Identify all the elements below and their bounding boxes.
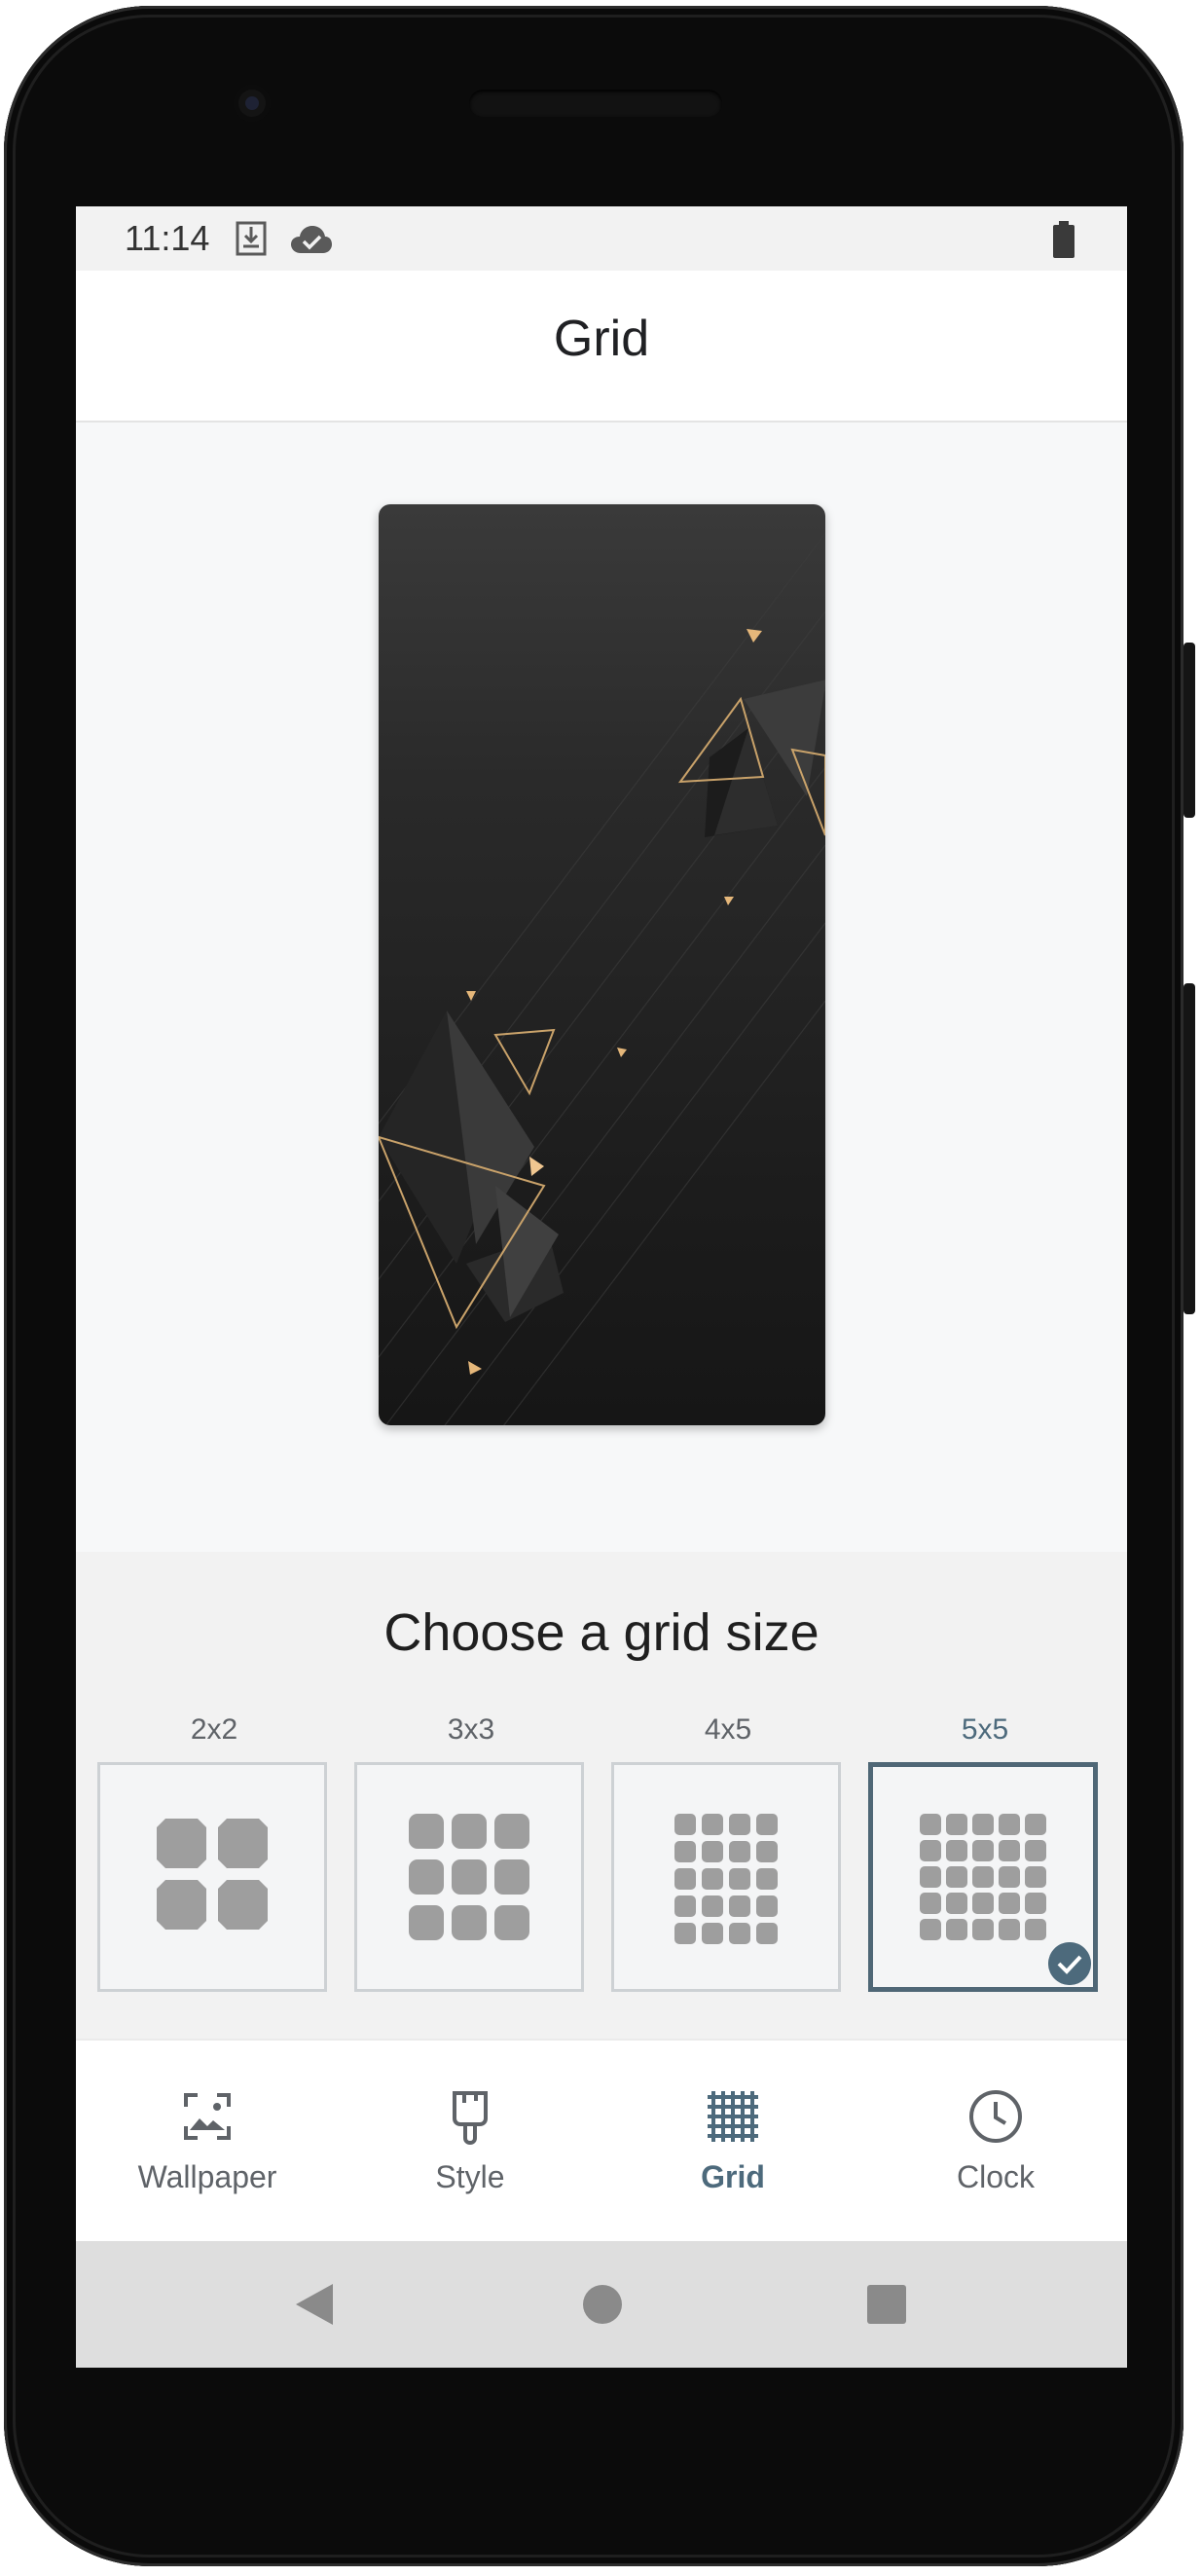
wallpaper-icon — [184, 2093, 231, 2140]
status-time: 11:14 — [125, 218, 210, 258]
nav-item-grid[interactable]: Grid — [601, 2041, 864, 2243]
grid-chooser-title: Choose a grid size — [383, 1603, 820, 1662]
volume-button — [1184, 643, 1195, 818]
grid-option-label-5x5: 5x5 — [961, 1713, 1009, 1746]
system-navigation-bar — [76, 2241, 1127, 2368]
app-bar: Grid — [76, 271, 1127, 423]
grid-option-label-3x3: 3x3 — [447, 1713, 495, 1746]
grid-option-5x5[interactable] — [868, 1762, 1098, 1992]
nav-item-clock[interactable]: Clock — [864, 2041, 1127, 2243]
earpiece-speaker — [469, 90, 722, 117]
grid-option-3x3[interactable] — [354, 1762, 584, 1992]
nav-label-grid: Grid — [701, 2159, 765, 2194]
paintbrush-icon — [453, 2091, 488, 2146]
nav-label-style: Style — [435, 2159, 505, 2194]
wallpaper-preview — [379, 504, 825, 1425]
grid-preview-2x2-icon — [157, 1819, 268, 1930]
home-button[interactable] — [582, 2284, 623, 2325]
nav-item-style[interactable]: Style — [339, 2041, 601, 2243]
battery-icon — [1053, 221, 1075, 258]
selected-check-icon — [1048, 1942, 1091, 1985]
wallpaper-image — [379, 533, 825, 1425]
front-camera — [234, 85, 271, 122]
nav-item-wallpaper[interactable]: Wallpaper — [76, 2041, 339, 2243]
status-bar: 11:14 — [76, 206, 1127, 271]
grid-icon — [708, 2091, 758, 2142]
back-button[interactable] — [292, 2282, 335, 2327]
power-button — [1184, 983, 1195, 1314]
clock-icon — [969, 2090, 1022, 2143]
page-title: Grid — [553, 311, 650, 367]
grid-option-4x5[interactable] — [611, 1762, 841, 1992]
screen: 11:14 Grid Choose a grid size 2x2 3x3 4x… — [76, 206, 1127, 2368]
cloud-done-icon — [291, 226, 332, 253]
grid-preview-3x3-icon — [409, 1814, 529, 1940]
grid-option-label-2x2: 2x2 — [190, 1713, 238, 1746]
recents-button[interactable] — [865, 2284, 908, 2325]
grid-option-2x2[interactable] — [97, 1762, 327, 1992]
sd-card-download-icon — [236, 221, 267, 256]
nav-label-clock: Clock — [956, 2159, 1035, 2194]
grid-option-label-4x5: 4x5 — [704, 1713, 752, 1746]
bottom-navigation: Wallpaper Style Grid Clock — [76, 2039, 1127, 2243]
nav-label-wallpaper: Wallpaper — [137, 2159, 277, 2194]
grid-preview-4x5-icon — [674, 1814, 778, 1944]
